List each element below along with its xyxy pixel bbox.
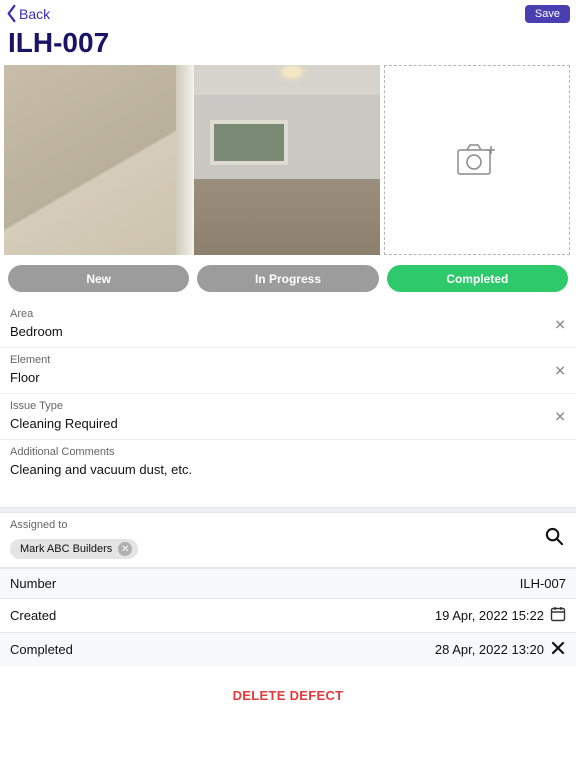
clear-element-icon[interactable]: ✕ bbox=[554, 362, 566, 379]
area-field[interactable]: Area Bedroom ✕ bbox=[0, 302, 576, 348]
save-button[interactable]: Save bbox=[525, 5, 570, 23]
area-value: Bedroom bbox=[10, 324, 566, 339]
back-label: Back bbox=[19, 6, 50, 22]
meta-created-label: Created bbox=[10, 608, 56, 623]
back-button[interactable]: Back bbox=[4, 4, 50, 23]
meta-number-value: ILH-007 bbox=[520, 576, 566, 591]
issue-type-label: Issue Type bbox=[10, 400, 566, 412]
remove-assignee-icon[interactable]: ✕ bbox=[118, 542, 132, 556]
meta-created-value: 19 Apr, 2022 15:22 bbox=[435, 608, 544, 623]
meta-number-label: Number bbox=[10, 576, 56, 591]
search-assignee-button[interactable] bbox=[545, 527, 564, 551]
assigned-label: Assigned to bbox=[10, 519, 566, 531]
meta-completed-value: 28 Apr, 2022 13:20 bbox=[435, 642, 544, 657]
element-field[interactable]: Element Floor ✕ bbox=[0, 348, 576, 394]
status-in-progress-button[interactable]: In Progress bbox=[197, 265, 378, 292]
photo-thumbnail[interactable] bbox=[4, 65, 190, 255]
assigned-to-section: Assigned to Mark ABC Builders ✕ bbox=[0, 513, 576, 567]
meta-completed-row[interactable]: Completed 28 Apr, 2022 13:20 bbox=[0, 632, 576, 666]
page-title: ILH-007 bbox=[0, 23, 576, 65]
photo-thumbnail[interactable] bbox=[194, 65, 380, 255]
status-completed-button[interactable]: Completed bbox=[387, 265, 568, 292]
comments-label: Additional Comments bbox=[10, 446, 566, 458]
calendar-icon[interactable] bbox=[550, 606, 566, 625]
meta-number-row: Number ILH-007 bbox=[0, 568, 576, 598]
photo-gallery bbox=[0, 65, 576, 255]
search-icon bbox=[545, 527, 564, 546]
element-label: Element bbox=[10, 354, 566, 366]
assignee-chip-label: Mark ABC Builders bbox=[20, 543, 112, 555]
area-label: Area bbox=[10, 308, 566, 320]
comments-field[interactable]: Additional Comments Cleaning and vacuum … bbox=[0, 440, 576, 507]
element-value: Floor bbox=[10, 370, 566, 385]
delete-defect-button[interactable]: DELETE DEFECT bbox=[0, 666, 576, 725]
clear-completed-icon[interactable] bbox=[550, 640, 566, 659]
clear-area-icon[interactable]: ✕ bbox=[554, 316, 566, 333]
camera-add-icon bbox=[457, 144, 497, 176]
issue-type-field[interactable]: Issue Type Cleaning Required ✕ bbox=[0, 394, 576, 440]
meta-created-row[interactable]: Created 19 Apr, 2022 15:22 bbox=[0, 598, 576, 632]
issue-type-value: Cleaning Required bbox=[10, 416, 566, 431]
status-new-button[interactable]: New bbox=[8, 265, 189, 292]
assignee-chip[interactable]: Mark ABC Builders ✕ bbox=[10, 539, 138, 559]
add-photo-button[interactable] bbox=[384, 65, 570, 255]
clear-issue-type-icon[interactable]: ✕ bbox=[554, 408, 566, 425]
meta-completed-label: Completed bbox=[10, 642, 73, 657]
comments-value: Cleaning and vacuum dust, etc. bbox=[10, 462, 566, 477]
